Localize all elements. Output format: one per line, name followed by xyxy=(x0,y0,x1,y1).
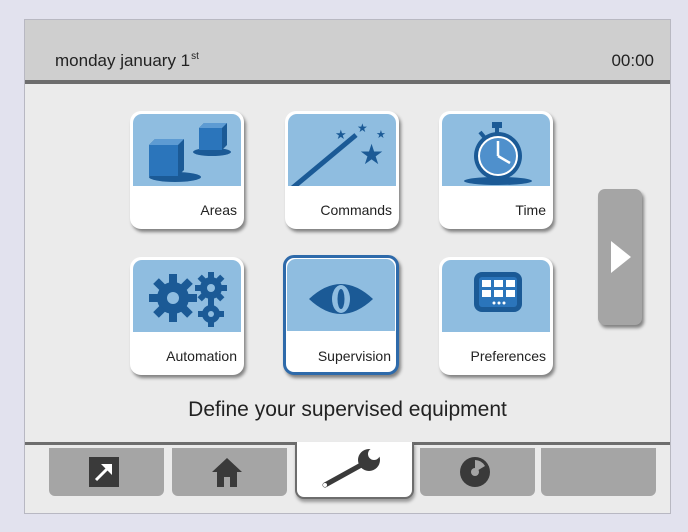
tile-commands[interactable]: ★ ★ ★ ★ Commands xyxy=(285,111,399,229)
tile-label-supervision: Supervision xyxy=(317,348,391,364)
svg-text:★: ★ xyxy=(359,138,384,171)
date-ordinal-suffix: st xyxy=(191,51,199,62)
chevron-right-icon xyxy=(611,241,631,273)
stopwatch-icon xyxy=(442,114,550,186)
svg-text:★: ★ xyxy=(335,128,347,143)
tile-supervision[interactable]: Supervision xyxy=(283,255,399,375)
status-bar: monday january 1st 00:00 xyxy=(25,20,670,84)
svg-text:★: ★ xyxy=(357,121,368,135)
disc-icon xyxy=(460,457,490,487)
eye-icon xyxy=(287,259,395,331)
areas-cubes-icon xyxy=(133,114,241,186)
clock-display: 00:00 xyxy=(611,51,654,70)
tile-automation[interactable]: Automation xyxy=(130,257,244,375)
tile-time[interactable]: Time xyxy=(439,111,553,229)
tab-shortcut[interactable] xyxy=(49,448,164,496)
date-text: monday january 1 xyxy=(55,51,191,70)
tile-label-time: Time xyxy=(515,202,546,218)
gears-icon xyxy=(133,260,241,332)
date-display: monday january 1st xyxy=(55,51,199,71)
tile-label-preferences: Preferences xyxy=(470,348,546,364)
arrow-up-right-icon xyxy=(89,457,119,487)
tile-label-automation: Automation xyxy=(166,348,237,364)
wrench-icon xyxy=(322,448,380,488)
tile-areas[interactable]: Areas xyxy=(130,111,244,229)
device-screen: monday january 1st 00:00 Areas ★ ★ ★ ★ C… xyxy=(24,19,671,514)
tile-preferences[interactable]: Preferences xyxy=(439,257,553,375)
tab-settings[interactable] xyxy=(295,442,414,499)
home-icon xyxy=(212,458,242,487)
keypad-icon xyxy=(442,260,550,332)
tab-empty xyxy=(541,448,656,496)
magic-wand-icon: ★ ★ ★ ★ xyxy=(288,114,396,186)
tab-media[interactable] xyxy=(420,448,535,496)
next-page-button[interactable] xyxy=(598,189,642,325)
help-message: Define your supervised equipment xyxy=(188,398,507,421)
tile-label-commands: Commands xyxy=(320,202,392,218)
tab-home[interactable] xyxy=(172,448,287,496)
tile-label-areas: Areas xyxy=(200,202,237,218)
